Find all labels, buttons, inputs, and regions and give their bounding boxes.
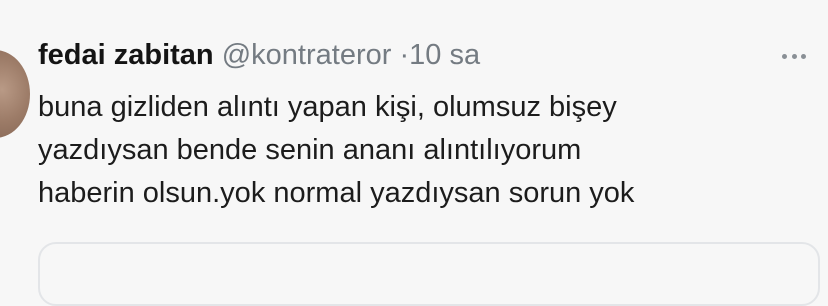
display-name[interactable]: fedai zabitan: [38, 39, 214, 71]
tweet-header: fedai zabitan @kontrateror ·10 sa: [38, 35, 480, 75]
tweet-text-line: buna gizliden alıntı yapan kişi, olumsuz…: [38, 91, 617, 123]
timestamp[interactable]: 10 sa: [409, 39, 480, 71]
more-options-icon[interactable]: [782, 52, 806, 60]
user-handle[interactable]: @kontrateror: [222, 39, 392, 71]
tweet-text: buna gizliden alıntı yapan kişi, olumsuz…: [38, 86, 818, 215]
separator-dot: ·: [399, 39, 410, 71]
quoted-tweet-card[interactable]: [38, 242, 820, 306]
tweet-text-line: haberin olsun.yok normal yazdıysan sorun…: [38, 177, 635, 209]
more-dot: [801, 53, 806, 59]
more-dot: [791, 53, 797, 59]
avatar[interactable]: [0, 50, 30, 138]
tweet-text-line: yazdıysan bende senin ananı alıntılıyoru…: [38, 134, 582, 166]
more-dot: [782, 53, 787, 59]
